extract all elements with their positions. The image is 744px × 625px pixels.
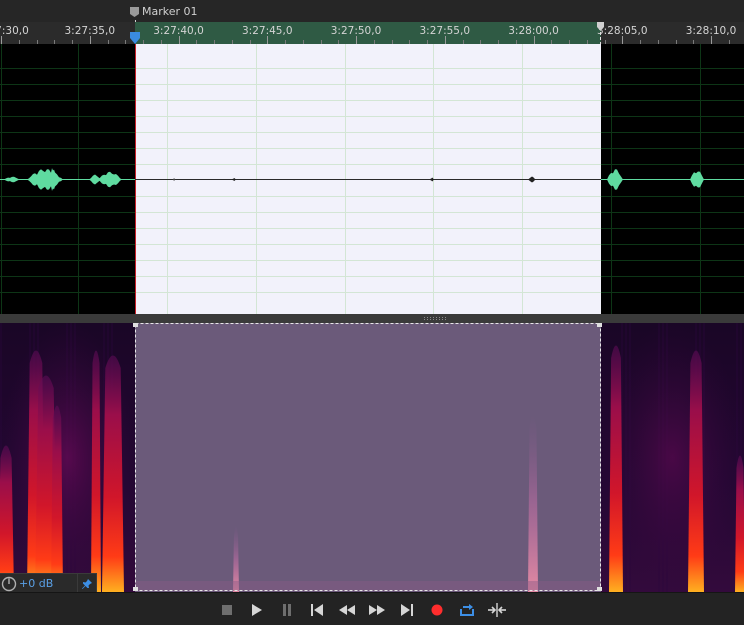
time-ruler[interactable]: 3:27:30,03:27:35,03:27:40,03:27:45,03:27…	[0, 22, 744, 44]
ruler-major-tick	[533, 36, 535, 44]
loop-icon	[460, 604, 474, 616]
ruler-major-tick	[622, 36, 624, 44]
ruler-major-tick	[267, 36, 269, 44]
skip-to-end-icon	[401, 604, 413, 616]
pin-hud-button[interactable]	[77, 574, 96, 593]
marker-01[interactable]: Marker 01	[130, 5, 198, 18]
waveform-burst	[27, 169, 63, 190]
marquee-handle-bl[interactable]	[133, 587, 138, 591]
marquee-handle-br[interactable]	[597, 587, 602, 591]
stop-icon	[222, 605, 232, 615]
spectrogram-burst	[609, 345, 623, 592]
stop-button[interactable]	[218, 601, 236, 619]
pause-icon	[283, 604, 291, 616]
rewind-icon	[339, 605, 355, 615]
ruler-major-tick	[356, 36, 357, 44]
spectral-selection-lowband	[135, 581, 601, 591]
spectral-frequency-display[interactable]	[0, 323, 744, 592]
play-icon	[252, 604, 262, 616]
hud-gain-value[interactable]: +0 dB	[19, 577, 77, 590]
panel-splitter[interactable]	[0, 314, 744, 323]
marker-label: Marker 01	[142, 5, 198, 18]
spectrogram-burst	[91, 350, 101, 592]
marquee-handle-tr[interactable]	[597, 323, 602, 327]
go-to-end-button[interactable]	[398, 601, 416, 619]
waveform-canvas	[0, 44, 744, 314]
ruler-major-tick	[444, 36, 446, 44]
waveform-burst	[4, 176, 20, 183]
pause-button[interactable]	[278, 601, 296, 619]
hud-volume-control: +0 dB	[0, 573, 97, 593]
ruler-major-tick	[178, 36, 180, 44]
playhead-handle[interactable]	[129, 32, 141, 44]
spectrogram-burst	[688, 350, 704, 592]
fast-forward-icon	[369, 605, 385, 615]
spectrogram-burst	[102, 355, 124, 592]
spectral-selection-burst	[528, 415, 538, 592]
marquee-handle-tl[interactable]	[133, 323, 138, 327]
ruler-major-tick	[89, 36, 91, 44]
skip-selection-button[interactable]	[488, 601, 506, 619]
record-icon	[431, 604, 443, 616]
go-to-start-button[interactable]	[308, 601, 326, 619]
skip-to-start-icon	[311, 604, 323, 616]
waveform-burst	[50, 168, 56, 191]
ruler-major-tick	[1, 36, 2, 44]
selection-end-handle[interactable]	[596, 22, 605, 44]
marker-flag-icon	[130, 6, 139, 17]
record-button[interactable]	[428, 601, 446, 619]
transport-bar	[0, 592, 744, 625]
volume-knob-icon[interactable]	[1, 576, 17, 592]
spectrogram-canvas	[0, 323, 744, 592]
waveform-display[interactable]	[0, 44, 744, 314]
marker-lane: Marker 01	[0, 0, 744, 24]
spectrogram-burst	[51, 405, 63, 592]
splitter-grip-icon	[424, 317, 446, 320]
ruler-major-tick	[711, 36, 712, 44]
skip-selection-icon	[488, 603, 506, 617]
waveform-burst	[690, 171, 704, 188]
play-button[interactable]	[248, 601, 266, 619]
waveform-burst	[98, 171, 122, 188]
ruler-tick-label: 3:27:30,0	[0, 25, 29, 37]
waveform-burst	[607, 169, 623, 190]
fast-forward-button[interactable]	[368, 601, 386, 619]
rewind-button[interactable]	[338, 601, 356, 619]
loop-playback-button[interactable]	[458, 601, 476, 619]
pin-icon	[82, 578, 92, 589]
